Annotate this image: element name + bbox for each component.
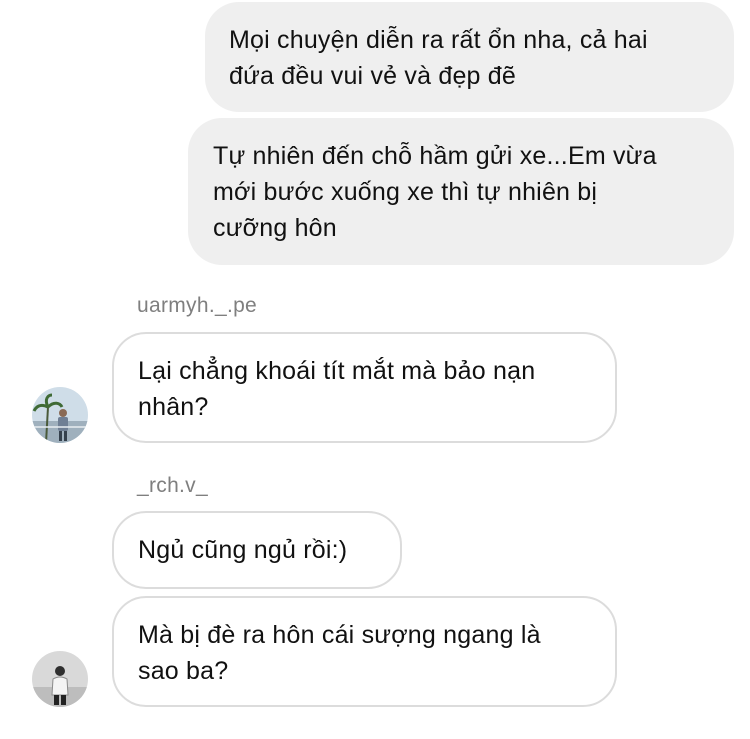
incoming-message-bubble[interactable]: Mà bị đè ra hôn cái sượng ngang là sao b… xyxy=(112,596,617,707)
avatar[interactable] xyxy=(32,387,88,443)
outgoing-message-bubble[interactable]: Tự nhiên đến chỗ hầm gửi xe...Em vừa mới… xyxy=(188,118,734,265)
incoming-message-bubble[interactable]: Lại chẳng khoái tít mắt mà bảo nạn nhân? xyxy=(112,332,617,443)
sender-name: _rch.v_ xyxy=(137,474,208,497)
outgoing-message-bubble[interactable]: Mọi chuyện diễn ra rất ổn nha, cả hai đứ… xyxy=(205,2,734,112)
incoming-message-bubble[interactable]: Ngủ cũng ngủ rồi:) xyxy=(112,511,402,589)
profile-photo-palm-trees-icon xyxy=(32,387,88,443)
sender-name: uarmyh._.pe xyxy=(137,294,258,317)
avatar[interactable] xyxy=(32,651,88,707)
profile-photo-person-icon xyxy=(32,651,88,707)
